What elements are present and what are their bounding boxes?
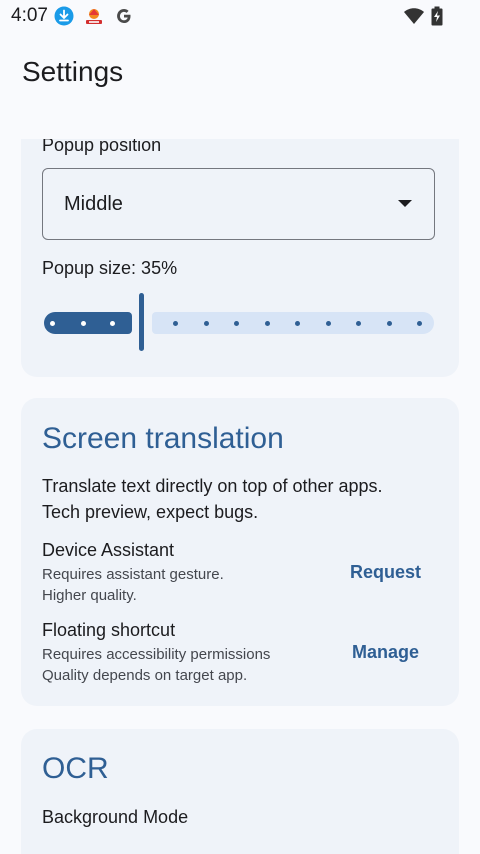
slider-tick <box>50 321 55 326</box>
notification-app-icon <box>84 6 104 26</box>
popup-position-value: Middle <box>64 193 123 215</box>
slider-thumb[interactable] <box>139 293 144 351</box>
slider-tick <box>234 321 239 326</box>
status-bar: 4:07 <box>0 0 480 32</box>
device-assistant-title: Device Assistant <box>42 540 175 560</box>
ocr-card: OCR Background Mode <box>21 729 459 854</box>
device-assistant-subtitle-1: Requires assistant gesture. <box>42 566 224 583</box>
slider-tick <box>204 321 209 326</box>
download-icon <box>54 6 74 26</box>
dropdown-arrow-icon <box>398 200 412 207</box>
status-time: 4:07 <box>11 5 48 26</box>
background-mode-label[interactable]: Background Mode <box>42 807 188 828</box>
slider-tick <box>326 321 331 326</box>
popup-size-slider[interactable] <box>44 292 436 352</box>
device-assistant-subtitle-2: Higher quality. <box>42 587 137 604</box>
floating-shortcut-subtitle-2: Quality depends on target app. <box>42 667 248 684</box>
slider-tick <box>356 321 361 326</box>
slider-tick <box>110 321 115 326</box>
popup-position-label: Popup position <box>42 139 162 155</box>
screen-translation-description-line2: Tech preview, expect bugs. <box>42 502 259 522</box>
screen-translation-card: Screen translation Translate text direct… <box>21 398 459 706</box>
slider-tick <box>295 321 300 326</box>
floating-shortcut-subtitle-1: Requires accessibility permissions <box>42 646 271 663</box>
slider-tick <box>81 321 86 326</box>
screen-translation-title: Screen translation <box>42 422 284 455</box>
ocr-title: OCR <box>42 752 109 785</box>
battery-charging-icon <box>430 6 444 26</box>
manage-button[interactable]: Manage <box>352 642 419 663</box>
screen-translation-description-line1: Translate text directly on top of other … <box>42 476 383 496</box>
wifi-icon <box>403 6 425 26</box>
request-button[interactable]: Request <box>350 562 421 583</box>
floating-shortcut-title: Floating shortcut <box>42 620 176 640</box>
slider-tick <box>265 321 270 326</box>
slider-tick <box>387 321 392 326</box>
popup-position-dropdown[interactable]: Middle <box>42 168 435 240</box>
slider-tick <box>417 321 422 326</box>
google-g-icon <box>114 6 134 26</box>
slider-tick <box>173 321 178 326</box>
slider-active-track <box>44 312 132 334</box>
popup-size-label: Popup size: 35% <box>42 258 178 278</box>
popup-settings-card: Popup position Middle Popup size: 35% <box>21 139 459 377</box>
page-title: Settings <box>22 56 124 87</box>
